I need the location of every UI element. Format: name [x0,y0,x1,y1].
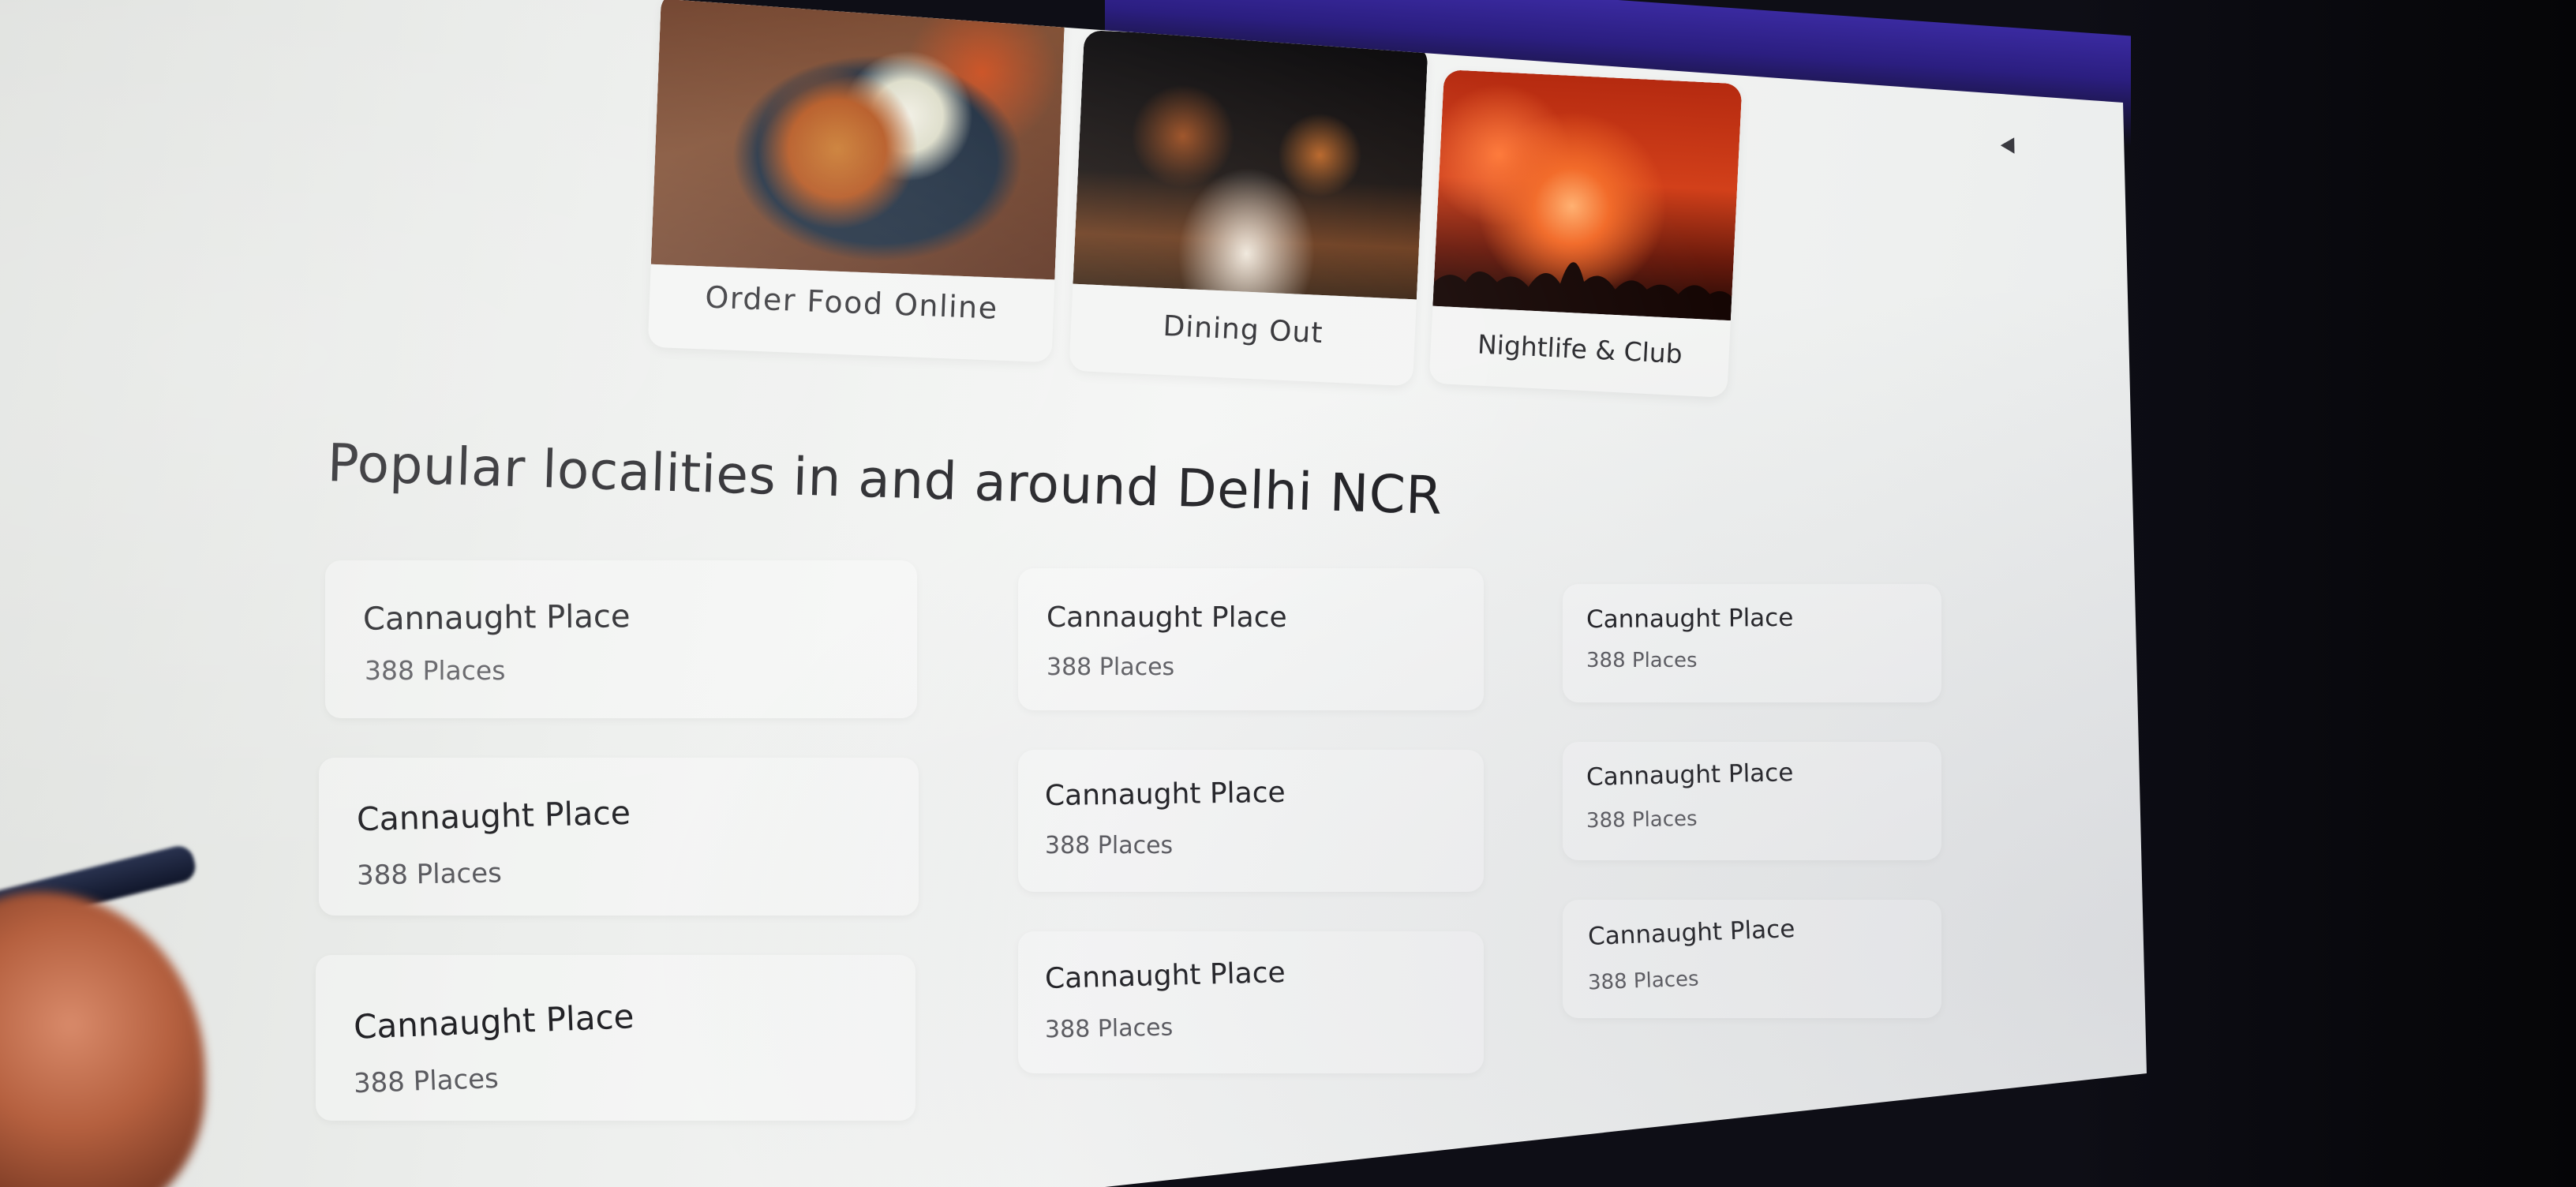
category-label: Dining Out [1162,309,1324,350]
locality-card[interactable]: Cannaught Place 388 Places [1018,750,1484,892]
locality-count: 388 Places [365,655,506,686]
category-card-dining-out[interactable]: Dining Out [1069,30,1428,387]
category-card-nightlife[interactable]: Nightlife & Club [1428,69,1743,398]
locality-card[interactable]: Cannaught Place 388 Places [316,955,915,1121]
locality-name: Cannaught Place [362,598,631,638]
locality-card[interactable]: Cannaught Place 388 Places [1563,742,1941,860]
locality-count: 388 Places [1586,807,1698,833]
nightlife-image [1432,69,1743,321]
locality-count: 388 Places [1046,653,1175,681]
web-page: Order Food Online Dining Out Nightlife &… [0,0,2147,1187]
locality-count: 388 Places [356,857,503,892]
locality-count: 388 Places [1587,967,1700,995]
locality-name: Cannaught Place [1587,914,1795,952]
locality-count: 388 Places [1586,649,1698,672]
locality-card[interactable]: Cannaught Place 388 Places [1563,584,1941,702]
locality-name: Cannaught Place [356,793,631,839]
locality-name: Cannaught Place [1044,776,1286,813]
locality-card[interactable]: Cannaught Place 388 Places [319,758,919,916]
locality-name: Cannaught Place [1586,758,1794,792]
locality-card[interactable]: Cannaught Place 388 Places [1563,900,1941,1018]
locality-name: Cannaught Place [353,997,635,1047]
locality-count: 388 Places [353,1062,500,1100]
locality-name: Cannaught Place [1044,957,1286,995]
locality-card[interactable]: Cannaught Place 388 Places [1018,931,1484,1073]
crowd-silhouette-icon [1432,262,1732,321]
locality-count: 388 Places [1045,832,1174,859]
locality-count: 388 Places [1044,1013,1174,1044]
locality-name: Cannaught Place [1586,603,1794,635]
mouse-cursor-icon [2000,137,2022,158]
order-food-image [650,0,1065,280]
locality-name: Cannaught Place [1046,601,1287,634]
category-label: Order Food Online [704,279,999,326]
locality-card[interactable]: Cannaught Place 388 Places [1018,568,1484,710]
category-card-order-food[interactable]: Order Food Online [647,0,1065,363]
locality-card[interactable]: Cannaught Place 388 Places [325,560,917,718]
photo-of-screen: Order Food Online Dining Out Nightlife &… [0,0,2576,1187]
category-label: Nightlife & Club [1477,328,1683,370]
dining-out-image [1073,30,1428,300]
page-title: Popular localities in and around Delhi N… [326,432,1443,526]
